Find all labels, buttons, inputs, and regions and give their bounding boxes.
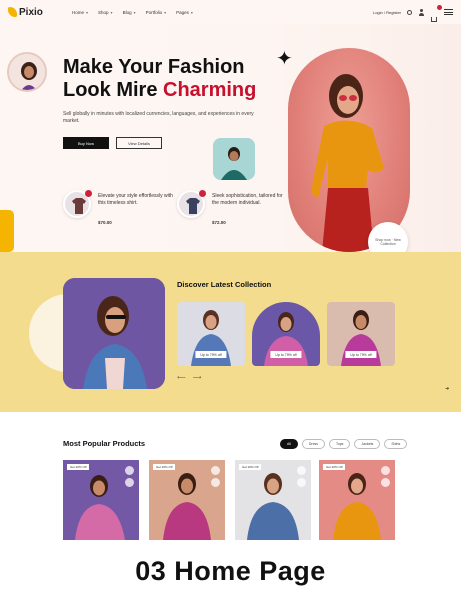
popular-title: Most Popular Products	[63, 439, 146, 448]
hero-title: Make Your Fashion Look Mire Charming	[63, 56, 257, 101]
product-price: $72.00	[212, 220, 226, 225]
new-dot-badge	[199, 190, 206, 197]
hero-avatar	[7, 52, 47, 92]
side-promo-tab[interactable]	[0, 210, 14, 252]
main-nav: Home ▾ Shop ▾ Blog ▾ Portfolio ▾ Pages ▾	[72, 10, 193, 15]
hero-section: ✦ Make Your Fashion Look Mire Charming S…	[0, 24, 461, 266]
site-header: Pixio Home ▾ Shop ▾ Blog ▾ Portfolio ▾ Pages…	[0, 0, 461, 24]
filter-dress[interactable]: Dress	[301, 439, 326, 449]
wishlist-icon[interactable]	[211, 466, 220, 475]
woman-portrait-icon	[9, 54, 45, 90]
cart-icon	[431, 16, 437, 22]
collection-title: Discover Latest Collection	[177, 280, 272, 289]
collection-card-2[interactable]: Up to 79% off	[252, 302, 320, 366]
hero-product-thumbnail[interactable]	[213, 138, 255, 180]
next-arrow-icon[interactable]: ➜	[445, 386, 449, 392]
login-link[interactable]: Login / Register	[373, 10, 401, 15]
popular-products-section: Most Popular Products All Dress Tops Jac…	[0, 412, 461, 540]
new-dot-badge	[85, 190, 92, 197]
collection-card-1[interactable]: Up to 79% off	[177, 302, 245, 366]
page-caption: 03 Home Page	[135, 556, 326, 586]
search-icon[interactable]	[407, 9, 412, 15]
category-filters: All Dress Tops Jackets Shirts	[280, 439, 408, 449]
nav-item-shop[interactable]: Shop ▾	[98, 10, 113, 15]
filter-shirts[interactable]: Shirts	[384, 439, 408, 449]
filter-jackets[interactable]: Jackets	[354, 439, 381, 449]
buy-now-button[interactable]: Buy Now	[63, 137, 109, 149]
product-card[interactable]: Get 20% Off	[149, 460, 225, 540]
collection-card-3[interactable]: Up to 79% off	[327, 302, 395, 366]
discount-tag: Get 20% Off	[67, 464, 90, 470]
user-icon[interactable]	[418, 8, 425, 16]
view-details-button[interactable]: View Details	[116, 137, 162, 149]
hero-product-card-1[interactable]: Elevate your style effortlessly with thi…	[63, 190, 178, 230]
hero-description: Sell globally in minutes with localized …	[63, 111, 254, 124]
filter-tops[interactable]: Tops	[329, 439, 351, 449]
product-card[interactable]: Get 20% Off	[319, 460, 395, 540]
menu-icon[interactable]	[444, 9, 453, 15]
wishlist-icon[interactable]	[381, 466, 390, 475]
product-price: $70.00	[98, 220, 112, 225]
logo[interactable]: Pixio	[8, 7, 60, 18]
discount-tag: Get 20% Off	[323, 464, 346, 470]
filter-all[interactable]: All	[280, 439, 298, 449]
product-card[interactable]: Get 20% Off	[63, 460, 139, 540]
discount-label: Up to 79% off	[195, 351, 227, 358]
add-to-cart-icon[interactable]	[381, 478, 390, 487]
website-preview: Pixio Home ▾ Shop ▾ Blog ▾ Portfolio ▾ Pages…	[0, 0, 461, 540]
header-actions: Login / Register	[373, 4, 453, 22]
nav-item-blog[interactable]: Blog ▾	[123, 10, 136, 15]
cart-button[interactable]	[431, 4, 442, 22]
add-to-cart-icon[interactable]	[211, 478, 220, 487]
arrow-left-icon[interactable]: ⟵	[177, 374, 186, 381]
logo-mark-icon	[8, 7, 17, 17]
product-description: Elevate your style effortlessly with thi…	[98, 193, 173, 206]
collection-section: Discover Latest Collection Up to 79% off…	[0, 252, 461, 412]
product-card[interactable]: Get 20% Off	[235, 460, 311, 540]
model-with-sunglasses-illustration	[63, 278, 165, 389]
nav-item-home[interactable]: Home ▾	[72, 10, 88, 15]
discount-tag: Get 20% Off	[239, 464, 262, 470]
man-portrait-icon	[213, 138, 255, 180]
collection-carousel-controls: ⟵ ⟶	[177, 374, 201, 381]
logo-text: Pixio	[19, 6, 43, 18]
cart-count-badge	[437, 4, 442, 10]
arrow-right-icon[interactable]: ⟶	[193, 374, 202, 381]
wishlist-icon[interactable]	[125, 466, 134, 475]
collection-feature-image[interactable]	[63, 278, 165, 389]
discount-label: Up to 79% off	[345, 351, 377, 358]
nav-item-portfolio[interactable]: Portfolio ▾	[146, 10, 167, 15]
hero-product-card-2[interactable]: Sleek sophistication, tailored for the m…	[177, 190, 292, 230]
discount-tag: Get 20% Off	[153, 464, 176, 470]
discount-label: Up to 79% off	[270, 351, 302, 358]
wishlist-icon[interactable]	[297, 466, 306, 475]
nav-item-pages[interactable]: Pages ▾	[176, 10, 193, 15]
add-to-cart-icon[interactable]	[297, 478, 306, 487]
add-to-cart-icon[interactable]	[125, 478, 134, 487]
product-description: Sleek sophistication, tailored for the m…	[212, 193, 283, 206]
